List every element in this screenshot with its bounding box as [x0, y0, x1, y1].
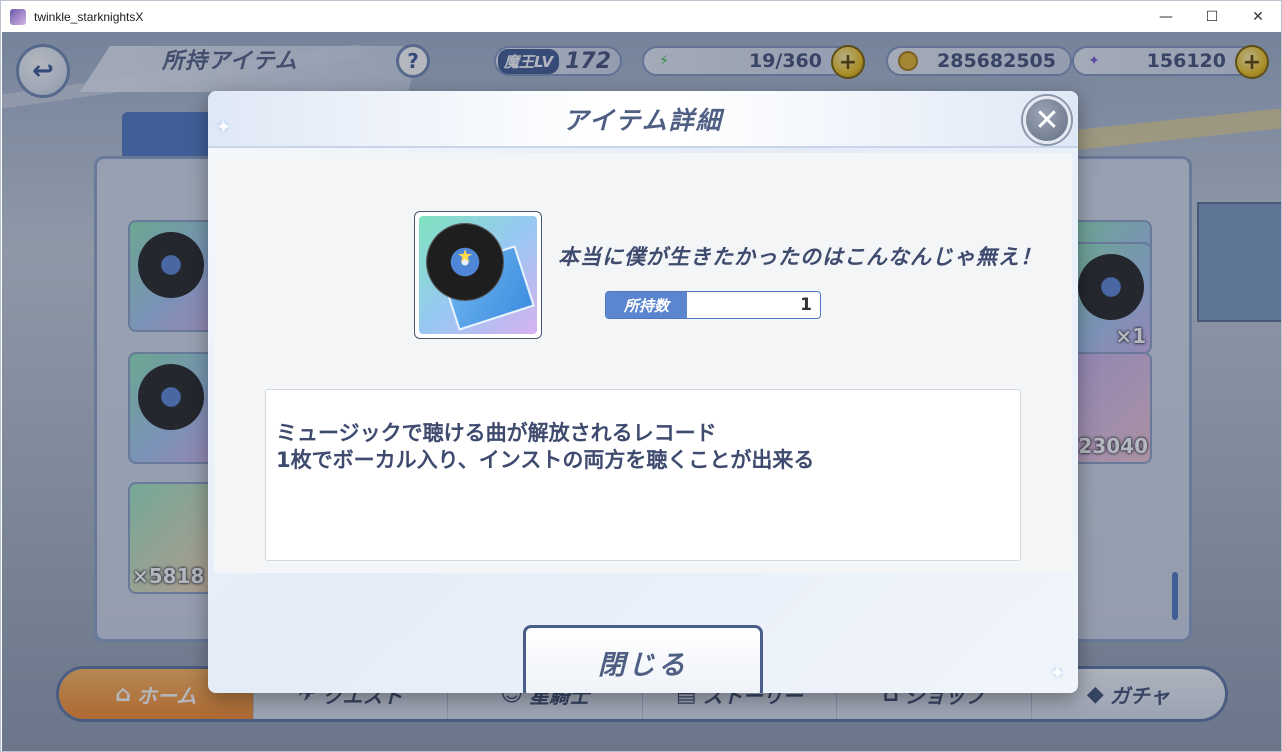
record-item-icon: ★	[419, 216, 537, 334]
item-detail-dialog: ✦ アイテム詳細 ✕ ★ 本当に僕が生きたかったのはこんなんじゃ無え！ 所持数 …	[208, 91, 1078, 693]
window-controls: — ☐ ✕	[1143, 1, 1281, 32]
close-icon: ✕	[1034, 102, 1060, 138]
item-description: ミュージックで聴ける曲が解放されるレコード 1枚でボーカル入り、インストの両方を…	[265, 389, 1021, 561]
close-dialog-button[interactable]: ✕	[1023, 96, 1071, 144]
header-divider	[208, 146, 1078, 148]
window-title: twinkle_starknightsX	[34, 9, 144, 24]
sparkle-icon: ✦	[1050, 663, 1066, 684]
app-icon	[10, 8, 26, 25]
item-image-frame: ★	[414, 211, 542, 339]
dialog-title: アイテム詳細	[563, 106, 723, 135]
owned-count: 所持数 1	[605, 291, 821, 319]
maximize-button[interactable]: ☐	[1189, 1, 1235, 32]
star-icon: ★	[457, 246, 474, 267]
description-line: 1枚でボーカル入り、インストの両方を聴くことが出来る	[276, 448, 815, 472]
close-window-button[interactable]: ✕	[1235, 1, 1281, 32]
close-button[interactable]: 閉じる	[523, 625, 763, 693]
minimize-button[interactable]: —	[1143, 1, 1189, 32]
owned-value: 1	[800, 295, 812, 315]
game-viewport: ↩ 所持アイテム ? 魔王LV 172 ⚡ 19/360 + 285682505…	[2, 32, 1281, 751]
item-name: 本当に僕が生きたかったのはこんなんじゃ無え！	[558, 245, 1042, 269]
title-bar: twinkle_starknightsX — ☐ ✕	[1, 1, 1281, 32]
owned-label: 所持数	[606, 292, 687, 318]
app-window: twinkle_starknightsX — ☐ ✕ ↩ 所持アイテム ? 魔王…	[0, 0, 1282, 752]
description-line: ミュージックで聴ける曲が解放されるレコード	[276, 421, 717, 445]
